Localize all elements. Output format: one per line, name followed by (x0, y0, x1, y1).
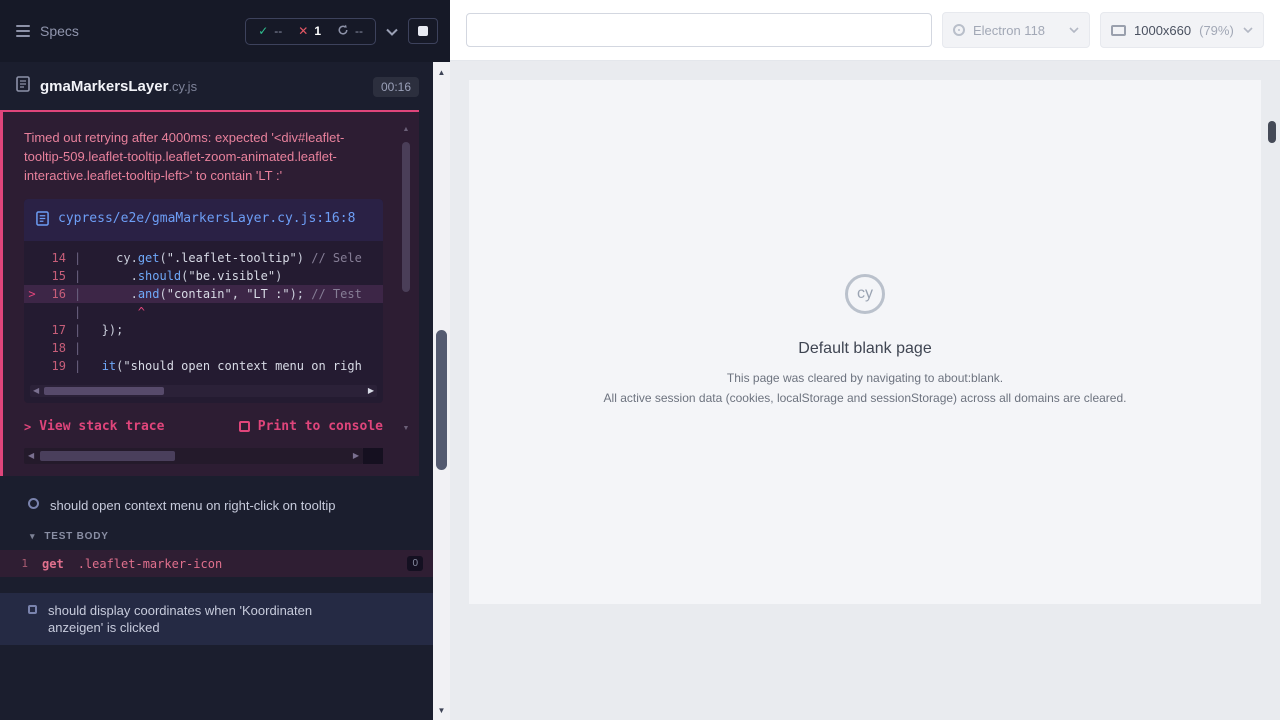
caret-down-icon: ▾ (30, 531, 35, 542)
chevron-down-icon (1243, 27, 1253, 33)
specs-title: Specs (40, 23, 79, 39)
code-horizontal-scrollbar[interactable]: ◀ ▶ (30, 385, 377, 397)
aut-page: cy Default blank page This page was clea… (469, 80, 1261, 604)
code-frame-file-link[interactable]: cypress/e2e/gmaMarkersLayer.cy.js:16:8 (24, 199, 383, 241)
window-scrollbar-thumb[interactable] (1268, 121, 1276, 143)
stat-pending: -- (337, 24, 363, 39)
code-line: 17| }); (24, 321, 383, 339)
file-link-text: cypress/e2e/gmaMarkersLayer.cy.js:16:8 (58, 209, 355, 231)
code-line: 14| cy.get(".leaflet-tooltip") // Sele (24, 249, 383, 267)
view-stack-trace-link[interactable]: > View stack trace (24, 419, 164, 434)
passed-count: -- (274, 24, 282, 38)
refresh-icon (337, 24, 349, 39)
aut-viewport-area: cy Default blank page This page was clea… (450, 61, 1280, 720)
blank-page-line: This page was cleared by navigating to a… (604, 370, 1127, 386)
document-icon (16, 76, 30, 97)
collapse-tests-button[interactable] (386, 24, 398, 39)
reporter-header: Specs ✓ -- ✕ 1 -- (0, 0, 450, 62)
failed-count: 1 (314, 24, 321, 38)
stat-failed: ✕ 1 (298, 24, 321, 38)
code-line: 18| (24, 339, 383, 357)
viewport-size: 1000x660 (1134, 23, 1191, 38)
browser-label: Electron 118 (973, 23, 1045, 38)
code-lines: 14| cy.get(".leaflet-tooltip") // Sele 1… (24, 241, 383, 377)
reporter-panel: Specs ✓ -- ✕ 1 -- (0, 0, 450, 720)
spec-extension: .cy.js (168, 79, 197, 94)
reporter-scrollbar[interactable]: ▲ ▼ (433, 62, 450, 720)
aut-panel: Electron 118 1000x660 (79%) cy Default b… (450, 0, 1280, 720)
test-row[interactable]: should display coordinates when 'Koordin… (0, 593, 433, 645)
chevron-right-icon: > (24, 420, 31, 434)
chevron-down-icon (386, 24, 398, 39)
cypress-logo: cy (845, 274, 885, 314)
spec-duration: 00:16 (373, 77, 419, 97)
reporter-content: gmaMarkersLayer.cy.js 00:16 Timed out re… (0, 62, 433, 720)
error-message: Timed out retrying after 4000ms: expecte… (24, 128, 383, 185)
command-args: .leaflet-marker-icon (78, 557, 408, 571)
blank-page-line: All active session data (cookies, localS… (604, 390, 1127, 406)
spec-name: gmaMarkersLayer.cy.js (40, 78, 197, 95)
error-horizontal-scrollbar[interactable]: ◀ ▶ (24, 448, 363, 464)
error-scrollbar-thumb[interactable] (402, 142, 410, 292)
reporter-body: gmaMarkersLayer.cy.js 00:16 Timed out re… (0, 62, 450, 720)
print-icon (239, 421, 250, 432)
test-body-label: TEST BODY (44, 531, 108, 542)
scroll-left-icon[interactable]: ◀ (33, 385, 39, 397)
stack-trace-label: View stack trace (39, 419, 164, 434)
file-icon (36, 211, 49, 231)
test-pending-icon (28, 605, 37, 614)
error-hscroll-wrap: ◀ ▶ (24, 448, 383, 464)
test-row[interactable]: should open context menu on right-click … (0, 488, 433, 523)
scrollbar-corner (363, 448, 383, 464)
test-running-icon (28, 498, 39, 509)
blank-page-title: Default blank page (604, 340, 1127, 358)
electron-icon (953, 24, 965, 36)
url-input[interactable] (466, 13, 932, 47)
check-icon: ✓ (258, 24, 268, 38)
viewport-selector[interactable]: 1000x660 (79%) (1100, 12, 1264, 48)
error-panel: Timed out retrying after 4000ms: expecte… (0, 110, 419, 476)
command-row[interactable]: 1 get .leaflet-marker-icon 0 (0, 550, 433, 577)
scroll-right-icon[interactable]: ▶ (353, 448, 359, 464)
stat-passed: ✓ -- (258, 24, 282, 38)
reporter-scrollbar-thumb[interactable] (436, 330, 447, 470)
stop-icon (418, 26, 428, 36)
command-number: 1 (0, 557, 42, 570)
code-line: 19| it("should open context menu on righ (24, 357, 383, 375)
stop-run-button[interactable] (408, 18, 438, 44)
browser-selector[interactable]: Electron 118 (942, 12, 1090, 48)
spec-title-row[interactable]: gmaMarkersLayer.cy.js 00:16 (0, 62, 433, 110)
error-links: > View stack trace Print to console (24, 419, 383, 434)
specs-menu-icon[interactable] (16, 25, 30, 37)
error-vertical-scrollbar[interactable]: ▲ ▼ (401, 126, 411, 432)
scroll-left-icon[interactable]: ◀ (28, 448, 34, 464)
code-line: >16| .and("contain", "LT :"); // Test (24, 285, 383, 303)
test-title: should open context menu on right-click … (50, 497, 335, 514)
error-hscrollbar-thumb[interactable] (40, 451, 175, 461)
scroll-up-icon[interactable]: ▲ (401, 126, 411, 133)
scroll-down-icon[interactable]: ▼ (401, 425, 411, 432)
cross-icon: ✕ (298, 24, 308, 38)
viewport-scale: (79%) (1199, 23, 1234, 38)
print-to-console-link[interactable]: Print to console (239, 419, 383, 434)
test-stats: ✓ -- ✕ 1 -- (245, 18, 376, 45)
code-line: | ^ (24, 303, 383, 321)
command-method: get (42, 557, 64, 571)
tests-list: should open context menu on right-click … (0, 476, 433, 645)
test-body-toggle[interactable]: ▾ TEST BODY (0, 523, 433, 548)
print-label: Print to console (258, 419, 383, 434)
command-count-badge: 0 (407, 556, 423, 571)
blank-page-content: cy Default blank page This page was clea… (604, 274, 1127, 410)
scroll-up-icon[interactable]: ▲ (433, 64, 450, 80)
viewport-icon (1111, 25, 1126, 36)
code-line: 15| .should("be.visible") (24, 267, 383, 285)
code-frame: cypress/e2e/gmaMarkersLayer.cy.js:16:8 1… (24, 199, 383, 403)
test-title: should display coordinates when 'Koordin… (48, 602, 353, 636)
scroll-down-icon[interactable]: ▼ (433, 702, 450, 718)
chevron-down-icon (1069, 27, 1079, 33)
pending-count: -- (355, 24, 363, 38)
aut-header: Electron 118 1000x660 (79%) (450, 0, 1280, 61)
scroll-right-icon[interactable]: ▶ (368, 385, 374, 397)
code-scrollbar-thumb[interactable] (44, 387, 164, 395)
